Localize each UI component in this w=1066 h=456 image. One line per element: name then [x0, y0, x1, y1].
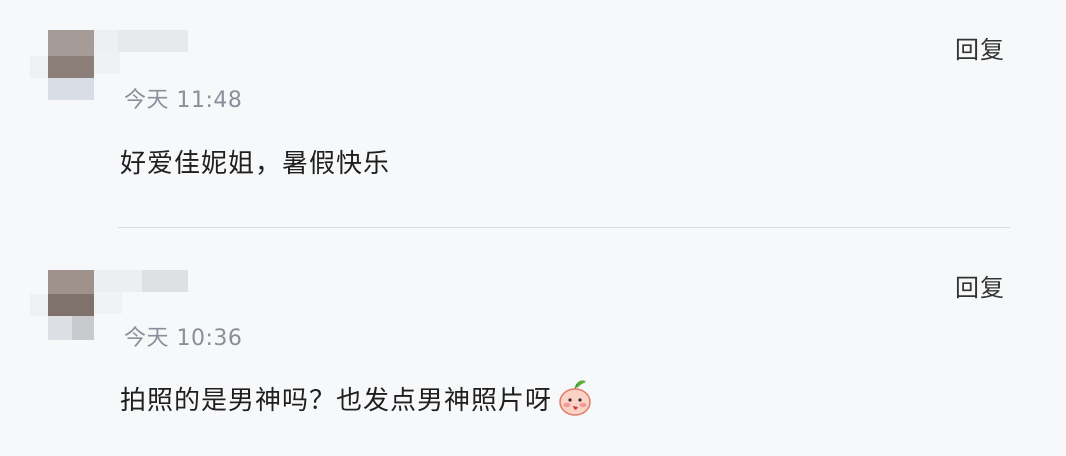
- mosaic-block: [94, 52, 120, 74]
- peach-blush-emoji-icon: [558, 379, 592, 417]
- mosaic-block: [72, 316, 94, 340]
- mosaic-block: [94, 292, 122, 314]
- mosaic-block: [94, 30, 118, 52]
- avatar-blurred[interactable]: [22, 238, 202, 340]
- mosaic-block: [142, 270, 188, 292]
- comment-item: 回复 今天 10:36 拍照的是男神吗？也发点男神照片呀: [0, 238, 1066, 456]
- mosaic-block: [118, 30, 188, 52]
- mosaic-block: [48, 316, 72, 340]
- comment-timestamp: 今天 10:36: [124, 326, 243, 351]
- comment-list: 回复 今天 11:48 好爱佳妮姐，暑假快乐 回复 今天 10:36 拍照的是男…: [0, 0, 1066, 456]
- comment-item: 回复 今天 11:48 好爱佳妮姐，暑假快乐: [0, 0, 1066, 228]
- comment-text: 好爱佳妮姐，暑假快乐: [120, 149, 391, 179]
- mosaic-block: [48, 294, 94, 316]
- mosaic-block: [48, 30, 94, 56]
- reply-button[interactable]: 回复: [955, 268, 1005, 303]
- comment-text-content: 拍照的是男神吗？也发点男神照片呀: [120, 386, 553, 416]
- reply-button[interactable]: 回复: [955, 30, 1005, 65]
- mosaic-block: [30, 294, 48, 316]
- mosaic-block: [48, 270, 94, 294]
- comment-text: 拍照的是男神吗？也发点男神照片呀: [120, 379, 592, 421]
- divider: [118, 227, 1010, 228]
- mosaic-block: [48, 56, 94, 78]
- comment-timestamp: 今天 11:48: [124, 88, 243, 113]
- mosaic-block: [30, 56, 48, 78]
- mosaic-block: [94, 270, 142, 292]
- mosaic-block: [48, 78, 94, 100]
- avatar-blurred[interactable]: [22, 0, 202, 100]
